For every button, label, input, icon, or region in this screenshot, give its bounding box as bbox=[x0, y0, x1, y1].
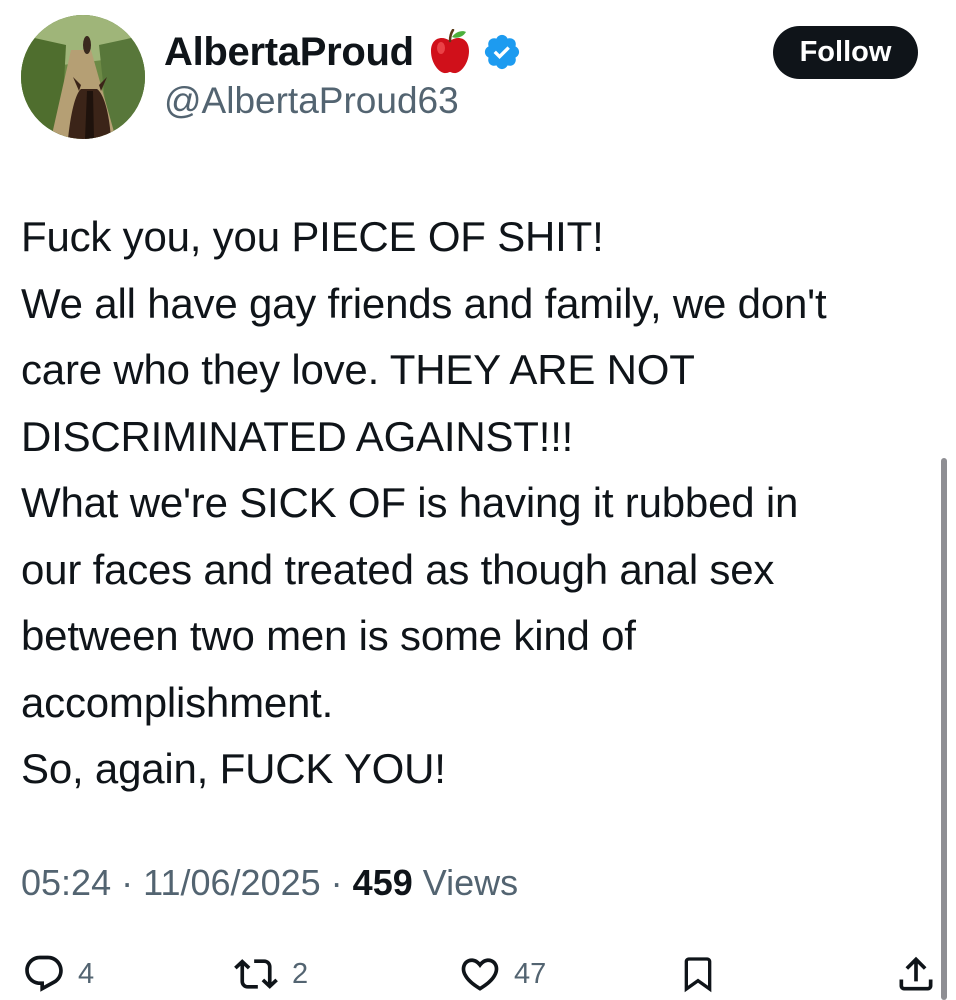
tweet-text-line: We all have gay friends and family, we d… bbox=[21, 279, 827, 327]
apple-icon bbox=[428, 29, 472, 75]
tweet-text-line: DISCRIMINATED AGAINST!!! bbox=[21, 412, 574, 460]
tweet-text-line: between two men is some kind of bbox=[21, 612, 636, 659]
tweet-meta: 05:24 · 11/06/2025 · 459 Views bbox=[21, 862, 518, 904]
views-count: 459 bbox=[352, 862, 413, 903]
avatar-image bbox=[21, 15, 145, 139]
author-name-row: AlbertaProud bbox=[164, 26, 522, 78]
tweet-action-bar: 4 2 47 bbox=[0, 948, 956, 1000]
like-button[interactable]: 47 bbox=[458, 948, 546, 1000]
follow-button[interactable]: Follow bbox=[773, 26, 918, 79]
avatar[interactable] bbox=[21, 15, 145, 139]
tweet-time[interactable]: 05:24 bbox=[21, 862, 111, 903]
reply-icon bbox=[25, 955, 63, 992]
bookmark-button[interactable] bbox=[678, 948, 718, 1000]
retweet-count: 2 bbox=[292, 957, 309, 990]
tweet-text-line: accomplishment. bbox=[21, 678, 334, 726]
meta-separator: · bbox=[121, 862, 134, 903]
tweet-text-line: care who they love. THEY ARE NOT bbox=[21, 346, 695, 393]
tweet-text-line: So, again, FUCK YOU! bbox=[21, 745, 446, 792]
heart-icon bbox=[461, 958, 499, 991]
reply-button[interactable]: 4 bbox=[22, 948, 94, 1000]
tweet-text-line: our faces and treated as though anal sex bbox=[21, 545, 775, 593]
author-display-name[interactable]: AlbertaProud bbox=[164, 30, 414, 75]
tweet-text: Fuck you, you PIECE OF SHIT! We all have… bbox=[21, 204, 921, 803]
verified-badge-icon[interactable] bbox=[482, 32, 522, 72]
like-count: 47 bbox=[514, 957, 547, 990]
tweet-date[interactable]: 11/06/2025 bbox=[143, 862, 321, 903]
author-handle[interactable]: @AlbertaProud63 bbox=[164, 80, 459, 122]
share-button[interactable] bbox=[894, 948, 938, 1000]
tweet-text-line: What we're SICK OF is having it rubbed i… bbox=[21, 479, 799, 526]
retweet-icon bbox=[234, 959, 278, 989]
scrollbar[interactable] bbox=[941, 458, 947, 1000]
retweet-button[interactable]: 2 bbox=[232, 948, 308, 1000]
tweet-page: AlbertaProud @AlbertaProud63 Follow Fuck… bbox=[0, 0, 956, 1000]
reply-count: 4 bbox=[78, 957, 95, 990]
share-icon bbox=[899, 956, 933, 991]
tweet-text-line: Fuck you, you PIECE OF SHIT! bbox=[21, 213, 604, 260]
meta-separator: · bbox=[330, 862, 343, 903]
views-label: Views bbox=[422, 862, 519, 903]
bookmark-icon bbox=[684, 957, 712, 993]
